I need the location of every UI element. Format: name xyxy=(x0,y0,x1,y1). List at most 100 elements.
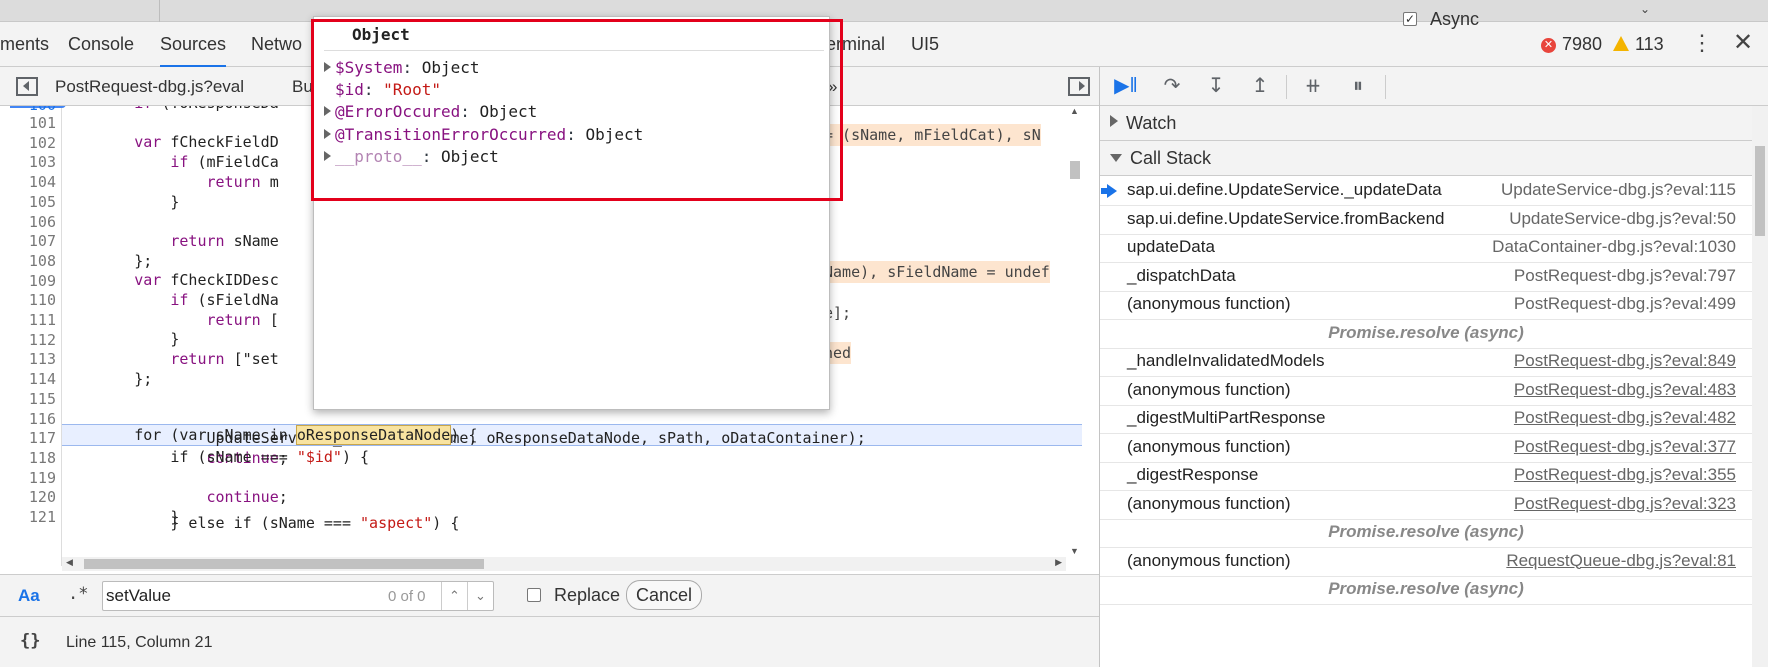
object-popover[interactable]: Object $System: Object $id: "Root" @ErrorO… xyxy=(311,16,843,410)
toggle-navigator-icon[interactable] xyxy=(16,77,38,96)
line-number[interactable]: 111 xyxy=(0,309,56,331)
scroll-up-icon[interactable]: ▲ xyxy=(1070,106,1079,116)
async-checkbox[interactable]: ✓ xyxy=(1403,12,1417,26)
expand-icon[interactable] xyxy=(324,106,331,117)
call-frame[interactable]: _dispatchData PostRequest-dbg.js?eval:797 xyxy=(1100,260,1752,292)
step-over-icon[interactable]: ↷ xyxy=(1154,67,1190,106)
line-number[interactable]: 117 xyxy=(0,427,56,449)
replace-checkbox[interactable] xyxy=(527,588,541,602)
warning-count-badge[interactable]: 113 xyxy=(1613,34,1664,55)
frame-location-link[interactable]: PostRequest-dbg.js?eval:797 xyxy=(1514,266,1736,286)
expand-icon[interactable] xyxy=(324,128,331,139)
line-number[interactable]: 104 xyxy=(0,171,56,193)
file-tab-postrequest[interactable]: PostRequest-dbg.js?eval xyxy=(55,67,244,106)
cancel-button[interactable]: Cancel xyxy=(626,580,702,610)
tab-ui5[interactable]: UI5 xyxy=(911,22,939,67)
call-frame[interactable]: (anonymous function) PostRequest-dbg.js?e… xyxy=(1100,431,1752,463)
step-into-icon[interactable]: ↧ xyxy=(1198,67,1234,106)
tab-elements[interactable]: ments xyxy=(0,22,49,67)
file-tab-second[interactable]: Bu xyxy=(292,67,313,106)
editor-vertical-scrollbar[interactable]: ▲ ▼ xyxy=(1067,106,1083,556)
chevron-down-icon[interactable]: ⌄ xyxy=(1640,2,1650,16)
deactivate-breakpoints-icon[interactable]: ⧺ xyxy=(1295,67,1331,106)
frame-location-link[interactable]: RequestQueue-dbg.js?eval:81 xyxy=(1506,551,1736,571)
line-number[interactable]: 114 xyxy=(0,368,56,390)
line-number[interactable]: 119 xyxy=(0,467,56,489)
expand-icon[interactable] xyxy=(324,62,331,72)
call-frame[interactable]: (anonymous function) RequestQueue-dbg.js?… xyxy=(1100,545,1752,577)
tab-sources[interactable]: Sources xyxy=(160,22,227,67)
line-number-gutter[interactable]: 100 101102103104105106107108109110111112… xyxy=(0,106,66,566)
line-number[interactable]: 108 xyxy=(0,250,56,272)
frame-function: (anonymous function) xyxy=(1127,493,1291,513)
line-number[interactable]: 113 xyxy=(0,348,56,370)
line-number[interactable]: 121 xyxy=(0,506,56,528)
line-number[interactable]: 107 xyxy=(0,230,56,252)
line-number[interactable]: 116 xyxy=(0,408,56,430)
frame-location-link[interactable]: PostRequest-dbg.js?eval:377 xyxy=(1514,437,1736,457)
search-previous-icon[interactable]: ⌃ xyxy=(441,582,467,610)
step-out-icon[interactable]: ↥ xyxy=(1242,67,1278,106)
scroll-left-icon[interactable]: ◀ xyxy=(66,557,73,568)
frame-location-link[interactable]: PostRequest-dbg.js?eval:323 xyxy=(1514,494,1736,514)
editor-horizontal-scrollbar[interactable]: ◀ ▶ xyxy=(62,557,1066,571)
expand-icon[interactable] xyxy=(324,150,331,161)
line-number[interactable]: 101 xyxy=(0,112,56,134)
search-next-icon[interactable]: ⌄ xyxy=(467,582,493,610)
frame-location-link[interactable]: UpdateService-dbg.js?eval:50 xyxy=(1509,209,1736,229)
line-number[interactable]: 118 xyxy=(0,447,56,469)
scroll-thumb[interactable] xyxy=(1755,146,1765,236)
toggle-debugger-icon[interactable] xyxy=(1068,77,1090,96)
frame-location-link[interactable]: UpdateService-dbg.js?eval:115 xyxy=(1501,180,1736,200)
line-number[interactable]: 115 xyxy=(0,388,56,410)
line-number[interactable]: 120 xyxy=(0,486,56,508)
close-icon[interactable]: ✕ xyxy=(1733,28,1753,57)
hovered-token[interactable]: oResponseDataNode xyxy=(295,425,452,445)
line-number[interactable]: 110 xyxy=(0,289,56,311)
call-frame[interactable]: _digestResponse PostRequest-dbg.js?eval:3… xyxy=(1100,459,1752,491)
frame-location-link[interactable]: DataContainer-dbg.js?eval:1030 xyxy=(1492,237,1736,257)
call-frame[interactable]: _handleInvalidatedModels PostRequest-dbg.… xyxy=(1100,345,1752,377)
line-number[interactable]: 109 xyxy=(0,270,56,292)
watch-section-header[interactable]: Watch xyxy=(1100,106,1752,141)
scroll-right-icon[interactable]: ▶ xyxy=(1055,557,1062,568)
call-frame[interactable]: (anonymous function) PostRequest-dbg.js?e… xyxy=(1100,374,1752,406)
pretty-print-button[interactable]: {} xyxy=(20,631,40,651)
error-count-badge[interactable]: ✕ 7980 xyxy=(1541,34,1602,55)
line-number[interactable]: 105 xyxy=(0,191,56,213)
frame-location-link[interactable]: PostRequest-dbg.js?eval:483 xyxy=(1514,380,1736,400)
call-frame[interactable]: updateData DataContainer-dbg.js?eval:1030 xyxy=(1100,231,1752,263)
line-number[interactable]: 106 xyxy=(0,211,56,233)
call-frame[interactable]: (anonymous function) PostRequest-dbg.js?e… xyxy=(1100,288,1752,320)
call-frame[interactable]: (anonymous function) PostRequest-dbg.js?e… xyxy=(1100,488,1752,520)
call-frame[interactable]: sap.ui.define.UpdateService.fromBackend U… xyxy=(1100,203,1752,235)
scroll-thumb[interactable] xyxy=(84,559,484,569)
code-line: }; xyxy=(62,251,153,270)
line-number[interactable]: 103 xyxy=(0,151,56,173)
callstack-section-header[interactable]: Call Stack xyxy=(1100,141,1752,176)
pause-on-exceptions-icon[interactable]: ⏸ xyxy=(1340,67,1376,106)
frame-location-link[interactable]: PostRequest-dbg.js?eval:482 xyxy=(1514,408,1736,428)
frame-location-link[interactable]: PostRequest-dbg.js?eval:849 xyxy=(1514,351,1736,371)
tab-network[interactable]: Netwo xyxy=(251,22,302,67)
more-options-icon[interactable]: ⋮ xyxy=(1690,30,1714,56)
call-frame[interactable]: sap.ui.define.UpdateService._updateData U… xyxy=(1100,174,1752,206)
pane-vertical-scrollbar[interactable] xyxy=(1752,106,1768,667)
search-input[interactable] xyxy=(106,584,376,608)
match-case-button[interactable]: Aa xyxy=(18,586,40,606)
tab-terminal[interactable]: erminal xyxy=(826,22,885,67)
scroll-thumb[interactable] xyxy=(1070,161,1080,179)
line-number[interactable]: 112 xyxy=(0,329,56,351)
regex-button[interactable]: .* xyxy=(68,584,88,604)
object-property[interactable]: __proto__: Object xyxy=(324,144,499,169)
scroll-down-icon[interactable]: ▼ xyxy=(1070,546,1079,556)
frame-function: (anonymous function) xyxy=(1127,550,1291,570)
tab-console[interactable]: Console xyxy=(68,22,134,67)
resume-icon[interactable]: ▶‖ xyxy=(1108,67,1144,106)
call-frame[interactable]: _digestMultiPartResponse PostRequest-dbg.… xyxy=(1100,402,1752,434)
frame-location-link[interactable]: PostRequest-dbg.js?eval:499 xyxy=(1514,294,1736,314)
code-text: ) { xyxy=(432,514,460,532)
line-number[interactable]: 102 xyxy=(0,132,56,154)
search-field[interactable]: 0 of 0 ⌃ ⌄ xyxy=(102,581,494,611)
frame-location-link[interactable]: PostRequest-dbg.js?eval:355 xyxy=(1514,465,1736,485)
